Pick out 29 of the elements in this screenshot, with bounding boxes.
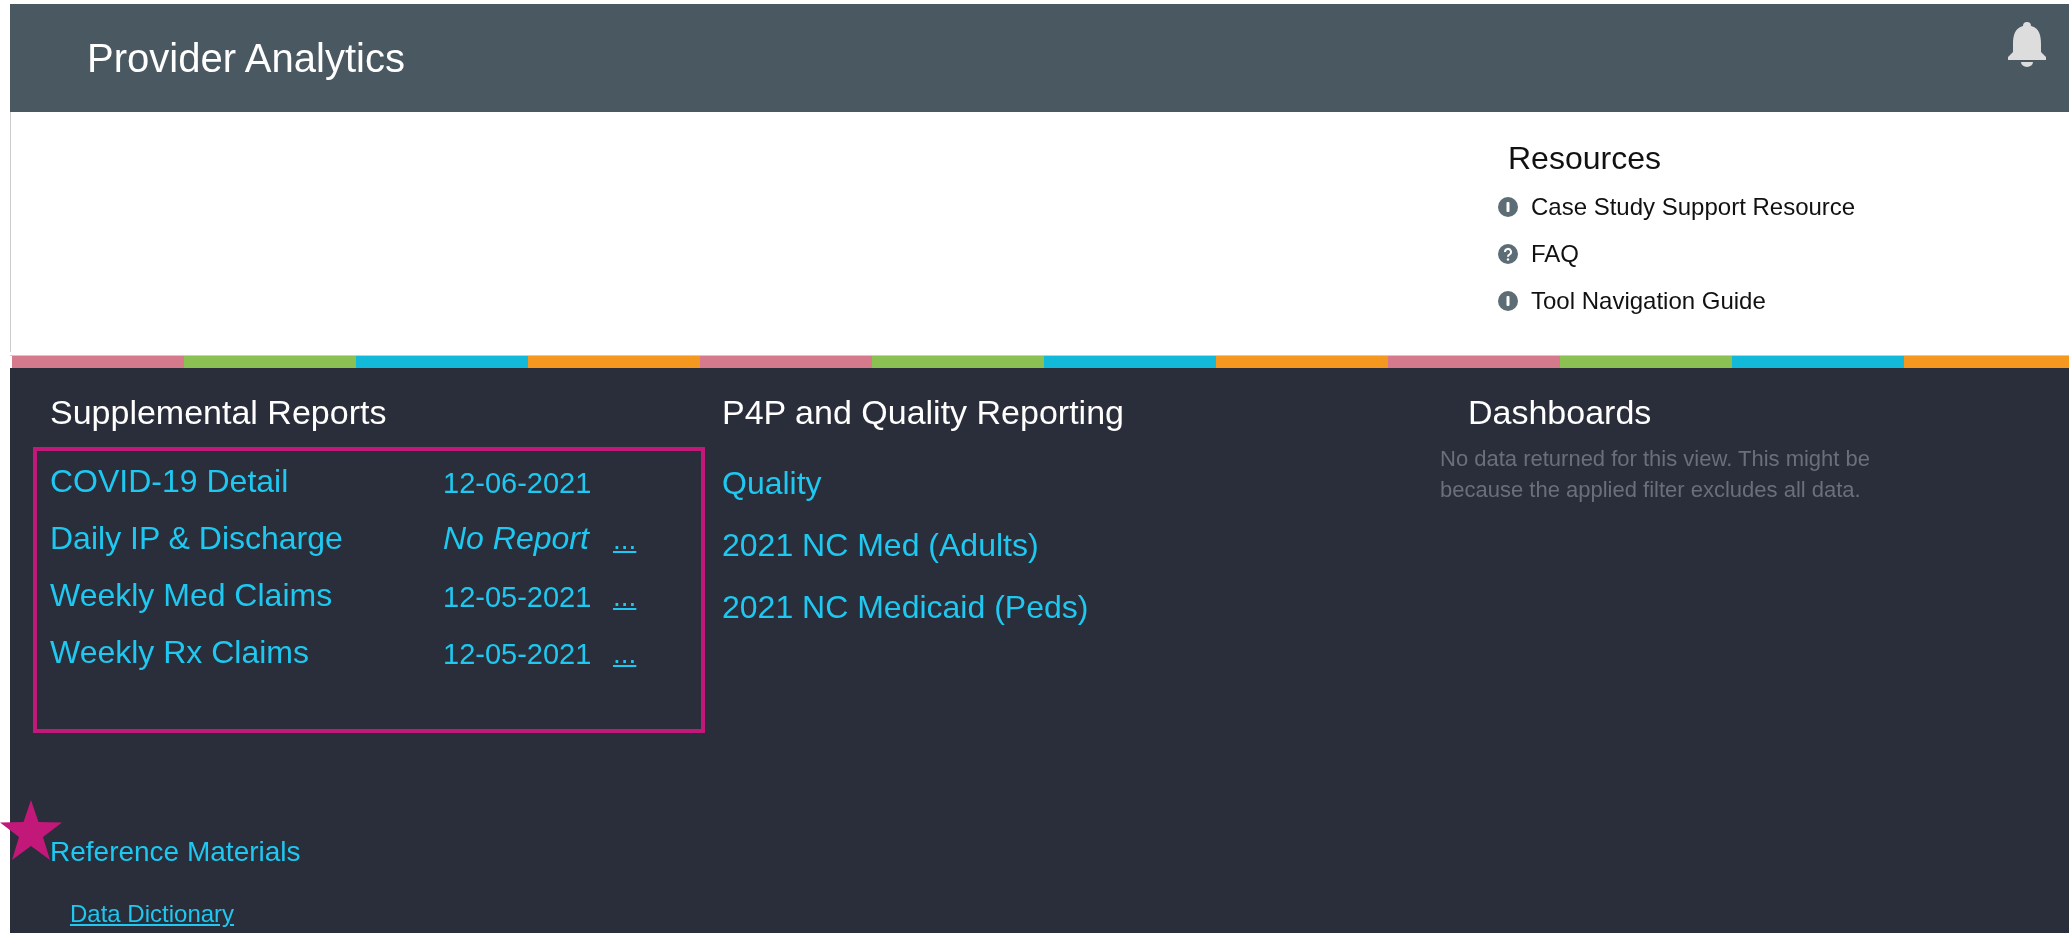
- report-link[interactable]: 2021 NC Medicaid (Peds): [722, 589, 1089, 626]
- reference-heading: Reference Materials: [50, 836, 301, 868]
- bell-icon[interactable]: [2005, 19, 2049, 67]
- report-date: 12-05-2021: [443, 580, 593, 614]
- report-link[interactable]: Quality: [722, 465, 822, 502]
- section-heading: Dashboards: [1467, 393, 1653, 433]
- more-link[interactable]: ...: [613, 520, 673, 557]
- dictionary-link[interactable]: Data Dictionary: [70, 900, 235, 928]
- report-link[interactable]: 2021 NC Med (Adults): [722, 527, 1039, 564]
- report-date: 12-06-2021: [443, 466, 593, 500]
- report-link[interactable]: Daily IP & Discharge: [50, 520, 443, 557]
- help-icon: [1498, 243, 1518, 264]
- resource-link[interactable]: Tool Navigation Guide: [1531, 286, 1766, 315]
- section-heading: P4P and Quality Reporting: [722, 393, 1125, 433]
- no-report-label: No Report: [443, 520, 591, 557]
- more-link[interactable]: ...: [613, 577, 673, 614]
- app-title: Provider Analytics: [87, 35, 405, 81]
- info-icon: [1498, 196, 1518, 217]
- report-link[interactable]: Weekly Rx Claims: [50, 634, 443, 671]
- more-link[interactable]: ...: [613, 634, 673, 671]
- resource-link[interactable]: FAQ: [1531, 239, 1579, 268]
- report-date: 12-05-2021: [443, 637, 593, 671]
- section-heading: Supplemental Reports: [50, 393, 388, 433]
- info-icon: [1498, 290, 1518, 311]
- empty-message: No data returned for this view. This might be because the applied filter excludes all data.: [1440, 445, 1872, 504]
- report-link[interactable]: Weekly Med Claims: [50, 577, 443, 614]
- report-link[interactable]: COVID-19 Detail: [50, 463, 443, 500]
- resource-link[interactable]: Case Study Support Resource: [1531, 192, 1856, 221]
- resources-heading: Resources: [1508, 140, 1662, 177]
